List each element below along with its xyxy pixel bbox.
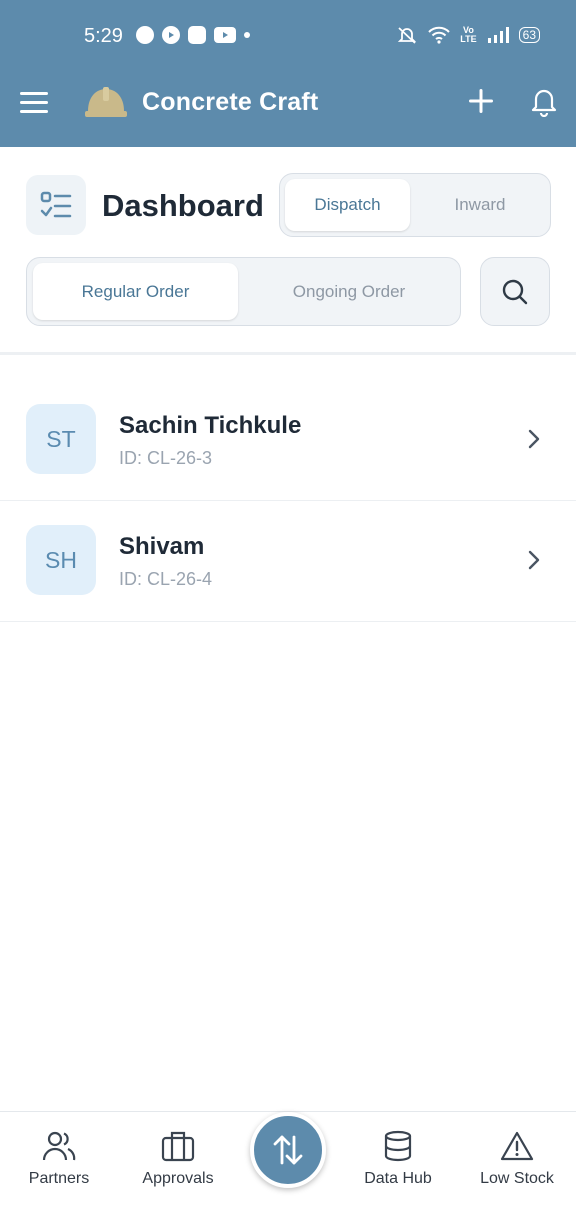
list-item-id: ID: CL-26-4 xyxy=(119,569,213,589)
dashboard-icon xyxy=(26,175,86,235)
chat-notification-icon xyxy=(136,26,154,44)
search-icon xyxy=(502,279,528,304)
list-item[interactable]: ST Sachin Tichkule ID: CL-26-3 xyxy=(0,380,576,501)
page-title: Dashboard xyxy=(102,188,264,223)
menu-icon[interactable] xyxy=(18,86,50,118)
signal-icon xyxy=(487,27,509,43)
warning-icon xyxy=(500,1131,534,1161)
nav-data-hub[interactable]: Data Hub xyxy=(340,1130,456,1188)
swap-vertical-icon xyxy=(273,1135,303,1165)
chevron-right-icon xyxy=(528,429,540,449)
swap-fab-button[interactable] xyxy=(250,1112,326,1188)
helmet-logo-icon xyxy=(85,87,127,117)
tab-ongoing-order[interactable]: Ongoing Order xyxy=(245,263,453,320)
brand: Concrete Craft xyxy=(84,85,318,119)
play-notification-icon xyxy=(162,26,180,44)
app-notification-icon xyxy=(188,26,206,44)
status-time: 5:29 xyxy=(84,25,123,47)
nav-low-stock[interactable]: Low Stock xyxy=(459,1130,575,1188)
avatar: SH xyxy=(26,525,96,595)
status-bar: 5:29 Vo LTE 63 xyxy=(0,18,576,54)
database-icon xyxy=(384,1130,412,1162)
flow-tabs: Dispatch Inward xyxy=(279,173,551,237)
app-bar: 5:29 Vo LTE 63 Concrete Craft xyxy=(0,0,576,147)
toolbar: Concrete Craft xyxy=(0,70,576,136)
more-notifications-dot xyxy=(244,32,250,38)
users-icon xyxy=(42,1131,76,1161)
nav-approvals[interactable]: Approvals xyxy=(120,1130,236,1188)
mute-icon xyxy=(398,27,417,44)
chevron-right-icon xyxy=(528,550,540,570)
wifi-icon xyxy=(428,26,451,44)
tab-regular-order[interactable]: Regular Order xyxy=(33,263,238,320)
notification-icons xyxy=(136,26,250,44)
battery-icon: 63 xyxy=(518,27,540,43)
nav-label: Low Stock xyxy=(480,1170,554,1187)
list-item-id: ID: CL-26-3 xyxy=(119,448,213,468)
list-item[interactable]: SH Shivam ID: CL-26-4 xyxy=(0,501,576,622)
avatar: ST xyxy=(26,404,96,474)
bell-icon[interactable] xyxy=(528,85,560,117)
nav-label: Approvals xyxy=(142,1170,214,1187)
list-item-name: Sachin Tichkule xyxy=(119,412,302,439)
system-icons: Vo LTE 63 xyxy=(396,26,540,44)
briefcase-icon xyxy=(161,1131,195,1162)
search-button[interactable] xyxy=(480,257,550,326)
volte-icon: Vo LTE xyxy=(460,25,477,44)
plus-icon[interactable] xyxy=(466,86,496,116)
tab-dispatch[interactable]: Dispatch xyxy=(285,179,410,231)
nav-label: Data Hub xyxy=(364,1170,432,1187)
nav-partners[interactable]: Partners xyxy=(1,1130,117,1188)
nav-label: Partners xyxy=(28,1170,90,1187)
order-tabs: Regular Order Ongoing Order xyxy=(26,257,461,326)
divider xyxy=(0,352,576,355)
tab-inward[interactable]: Inward xyxy=(416,179,544,231)
youtube-notification-icon xyxy=(214,27,236,43)
list-item-name: Shivam xyxy=(119,533,205,560)
app-title: Concrete Craft xyxy=(142,87,319,116)
